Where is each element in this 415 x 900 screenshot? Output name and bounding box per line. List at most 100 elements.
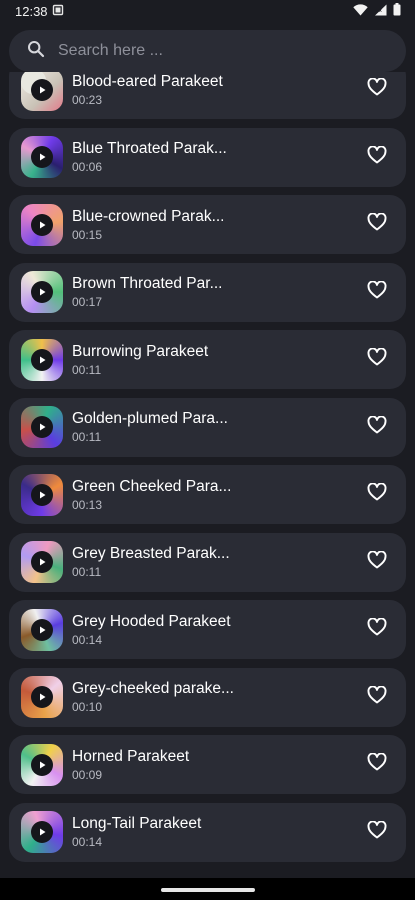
- cell-signal-icon: x: [374, 4, 387, 19]
- list-item[interactable]: Horned Parakeet 00:09: [9, 735, 406, 794]
- play-icon[interactable]: [31, 146, 53, 168]
- sound-list-viewport[interactable]: Blood-eared Parakeet 00:23 Blue Throated…: [0, 72, 415, 878]
- favorite-button[interactable]: [366, 212, 388, 236]
- favorite-button[interactable]: [366, 77, 388, 101]
- play-icon[interactable]: [31, 416, 53, 438]
- play-icon[interactable]: [31, 618, 53, 641]
- sound-title: Burrowing Parakeet: [72, 342, 209, 360]
- sound-thumbnail[interactable]: [21, 72, 63, 111]
- favorite-button[interactable]: [366, 617, 388, 641]
- sound-thumbnail[interactable]: [21, 406, 63, 448]
- wifi-icon: [353, 3, 368, 19]
- sound-title: Blue Throated Parak...: [72, 140, 227, 157]
- heart-outline-icon: [367, 77, 387, 101]
- favorite-button[interactable]: [366, 752, 388, 776]
- favorite-button[interactable]: [366, 280, 388, 304]
- list-item[interactable]: Grey Breasted Parak... 00:11: [9, 532, 406, 592]
- play-icon[interactable]: [31, 483, 53, 506]
- play-icon[interactable]: [31, 686, 53, 708]
- heart-outline-icon: [367, 752, 387, 776]
- list-item[interactable]: Long-Tail Parakeet 00:14: [9, 802, 406, 862]
- favorite-button[interactable]: [366, 685, 388, 709]
- sound-title: Blood-eared Parakeet: [72, 72, 223, 90]
- sound-title: Horned Parakeet: [72, 747, 190, 765]
- sound-list: Blood-eared Parakeet 00:23 Blue Throated…: [0, 72, 415, 870]
- sound-thumbnail[interactable]: [21, 541, 63, 583]
- play-icon[interactable]: [31, 348, 53, 371]
- list-item[interactable]: Golden-plumed Para... 00:11: [9, 397, 406, 457]
- sound-text: Long-Tail Parakeet 00:14: [72, 814, 201, 850]
- list-item[interactable]: Blue-crowned Parak... 00:15: [9, 195, 406, 254]
- sound-duration: 00:23: [72, 92, 103, 107]
- sound-duration: 00:14: [72, 835, 103, 849]
- sound-text: Green Cheeked Para... 00:13: [72, 477, 231, 513]
- heart-outline-icon: [367, 685, 387, 709]
- sound-duration: 00:11: [72, 430, 102, 444]
- sound-thumbnail[interactable]: [21, 136, 63, 178]
- home-gesture-handle[interactable]: [160, 888, 255, 892]
- favorite-button[interactable]: [366, 550, 388, 574]
- navigation-bar: [0, 878, 415, 900]
- svg-text:x: x: [379, 8, 382, 14]
- sound-duration: 00:10: [72, 700, 103, 714]
- status-bar: 12:38 x: [0, 0, 415, 22]
- sound-text: Blood-eared Parakeet 00:23: [72, 72, 223, 108]
- sound-text: Blue Throated Parak... 00:06: [72, 139, 227, 175]
- sound-title: Brown Throated Par...: [72, 275, 223, 292]
- sound-title: Grey-cheeked parake...: [72, 680, 234, 697]
- list-item[interactable]: Grey-cheeked parake... 00:10: [9, 667, 406, 727]
- heart-outline-icon: [367, 550, 387, 574]
- sound-thumbnail[interactable]: [21, 608, 63, 651]
- battery-icon: [393, 3, 401, 19]
- sound-text: Golden-plumed Para... 00:11: [72, 409, 228, 445]
- sound-duration: 00:15: [72, 227, 103, 242]
- sound-text: Grey Breasted Parak... 00:11: [72, 544, 230, 580]
- sound-text: Burrowing Parakeet 00:11: [72, 342, 208, 378]
- sound-duration: 00:06: [72, 160, 103, 174]
- sound-duration: 00:14: [72, 632, 103, 647]
- favorite-button[interactable]: [366, 145, 388, 168]
- heart-outline-icon: [367, 617, 387, 641]
- favorite-button[interactable]: [366, 347, 388, 371]
- heart-outline-icon: [367, 212, 387, 236]
- sound-text: Horned Parakeet 00:09: [72, 747, 189, 783]
- search-bar[interactable]: [9, 30, 406, 72]
- sound-thumbnail[interactable]: [21, 676, 63, 718]
- sound-thumbnail[interactable]: [21, 473, 63, 516]
- list-item[interactable]: Brown Throated Par... 00:17: [9, 262, 406, 322]
- sound-title: Grey Hooded Parakeet: [72, 612, 231, 630]
- status-left: 12:38: [15, 4, 64, 19]
- list-item[interactable]: Blue Throated Parak... 00:06: [9, 127, 406, 187]
- play-icon[interactable]: [31, 821, 53, 843]
- play-icon[interactable]: [31, 213, 53, 236]
- play-icon[interactable]: [31, 551, 53, 573]
- sound-thumbnail[interactable]: [21, 811, 63, 853]
- favorite-button[interactable]: [366, 820, 388, 843]
- sound-title: Long-Tail Parakeet: [72, 815, 202, 832]
- play-icon[interactable]: [31, 753, 53, 776]
- play-icon[interactable]: [31, 78, 53, 101]
- play-icon[interactable]: [31, 281, 53, 303]
- list-item[interactable]: Burrowing Parakeet 00:11: [9, 330, 406, 389]
- list-item[interactable]: Green Cheeked Para... 00:13: [9, 465, 406, 524]
- status-right: x: [353, 3, 401, 19]
- heart-outline-icon: [367, 482, 387, 506]
- sound-thumbnail[interactable]: [21, 203, 63, 246]
- heart-outline-icon: [367, 280, 387, 304]
- sound-duration: 00:11: [72, 565, 102, 579]
- sound-text: Brown Throated Par... 00:17: [72, 274, 223, 310]
- favorite-button[interactable]: [366, 482, 388, 506]
- favorite-button[interactable]: [366, 415, 388, 439]
- search-input[interactable]: [58, 42, 358, 60]
- list-item[interactable]: Grey Hooded Parakeet 00:14: [9, 600, 406, 659]
- list-item[interactable]: Blood-eared Parakeet 00:23: [9, 72, 406, 119]
- sound-thumbnail[interactable]: [21, 743, 63, 786]
- sound-text: Grey-cheeked parake... 00:10: [72, 679, 234, 715]
- heart-outline-icon: [367, 415, 387, 439]
- sound-text: Grey Hooded Parakeet 00:14: [72, 612, 231, 648]
- sound-duration: 00:17: [72, 295, 103, 309]
- sound-thumbnail[interactable]: [21, 338, 63, 381]
- sound-thumbnail[interactable]: [21, 271, 63, 313]
- sound-duration: 00:13: [72, 497, 103, 512]
- sound-title: Golden-plumed Para...: [72, 410, 228, 427]
